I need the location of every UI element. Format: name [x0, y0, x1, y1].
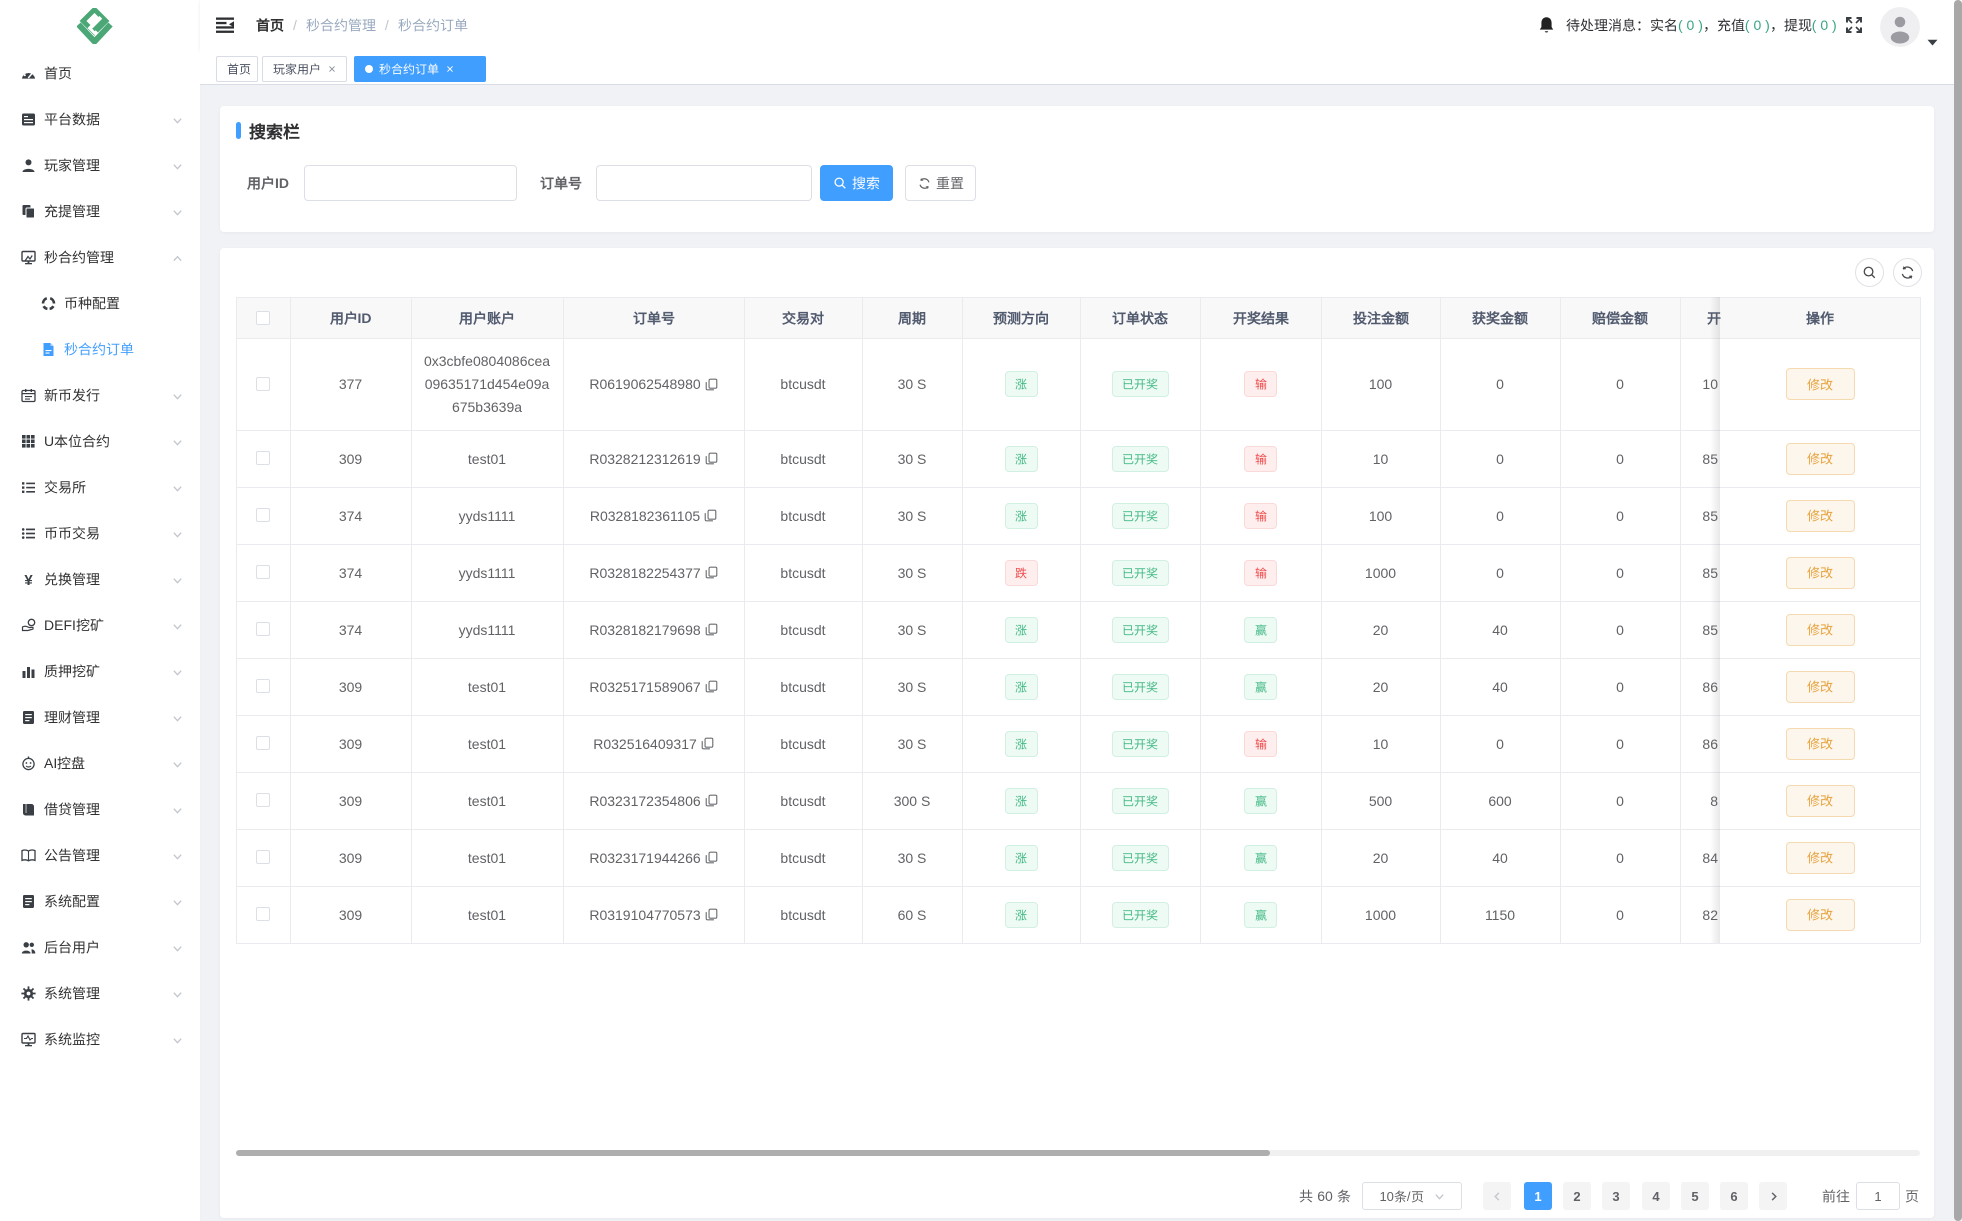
- svg-text:¥: ¥: [24, 572, 33, 587]
